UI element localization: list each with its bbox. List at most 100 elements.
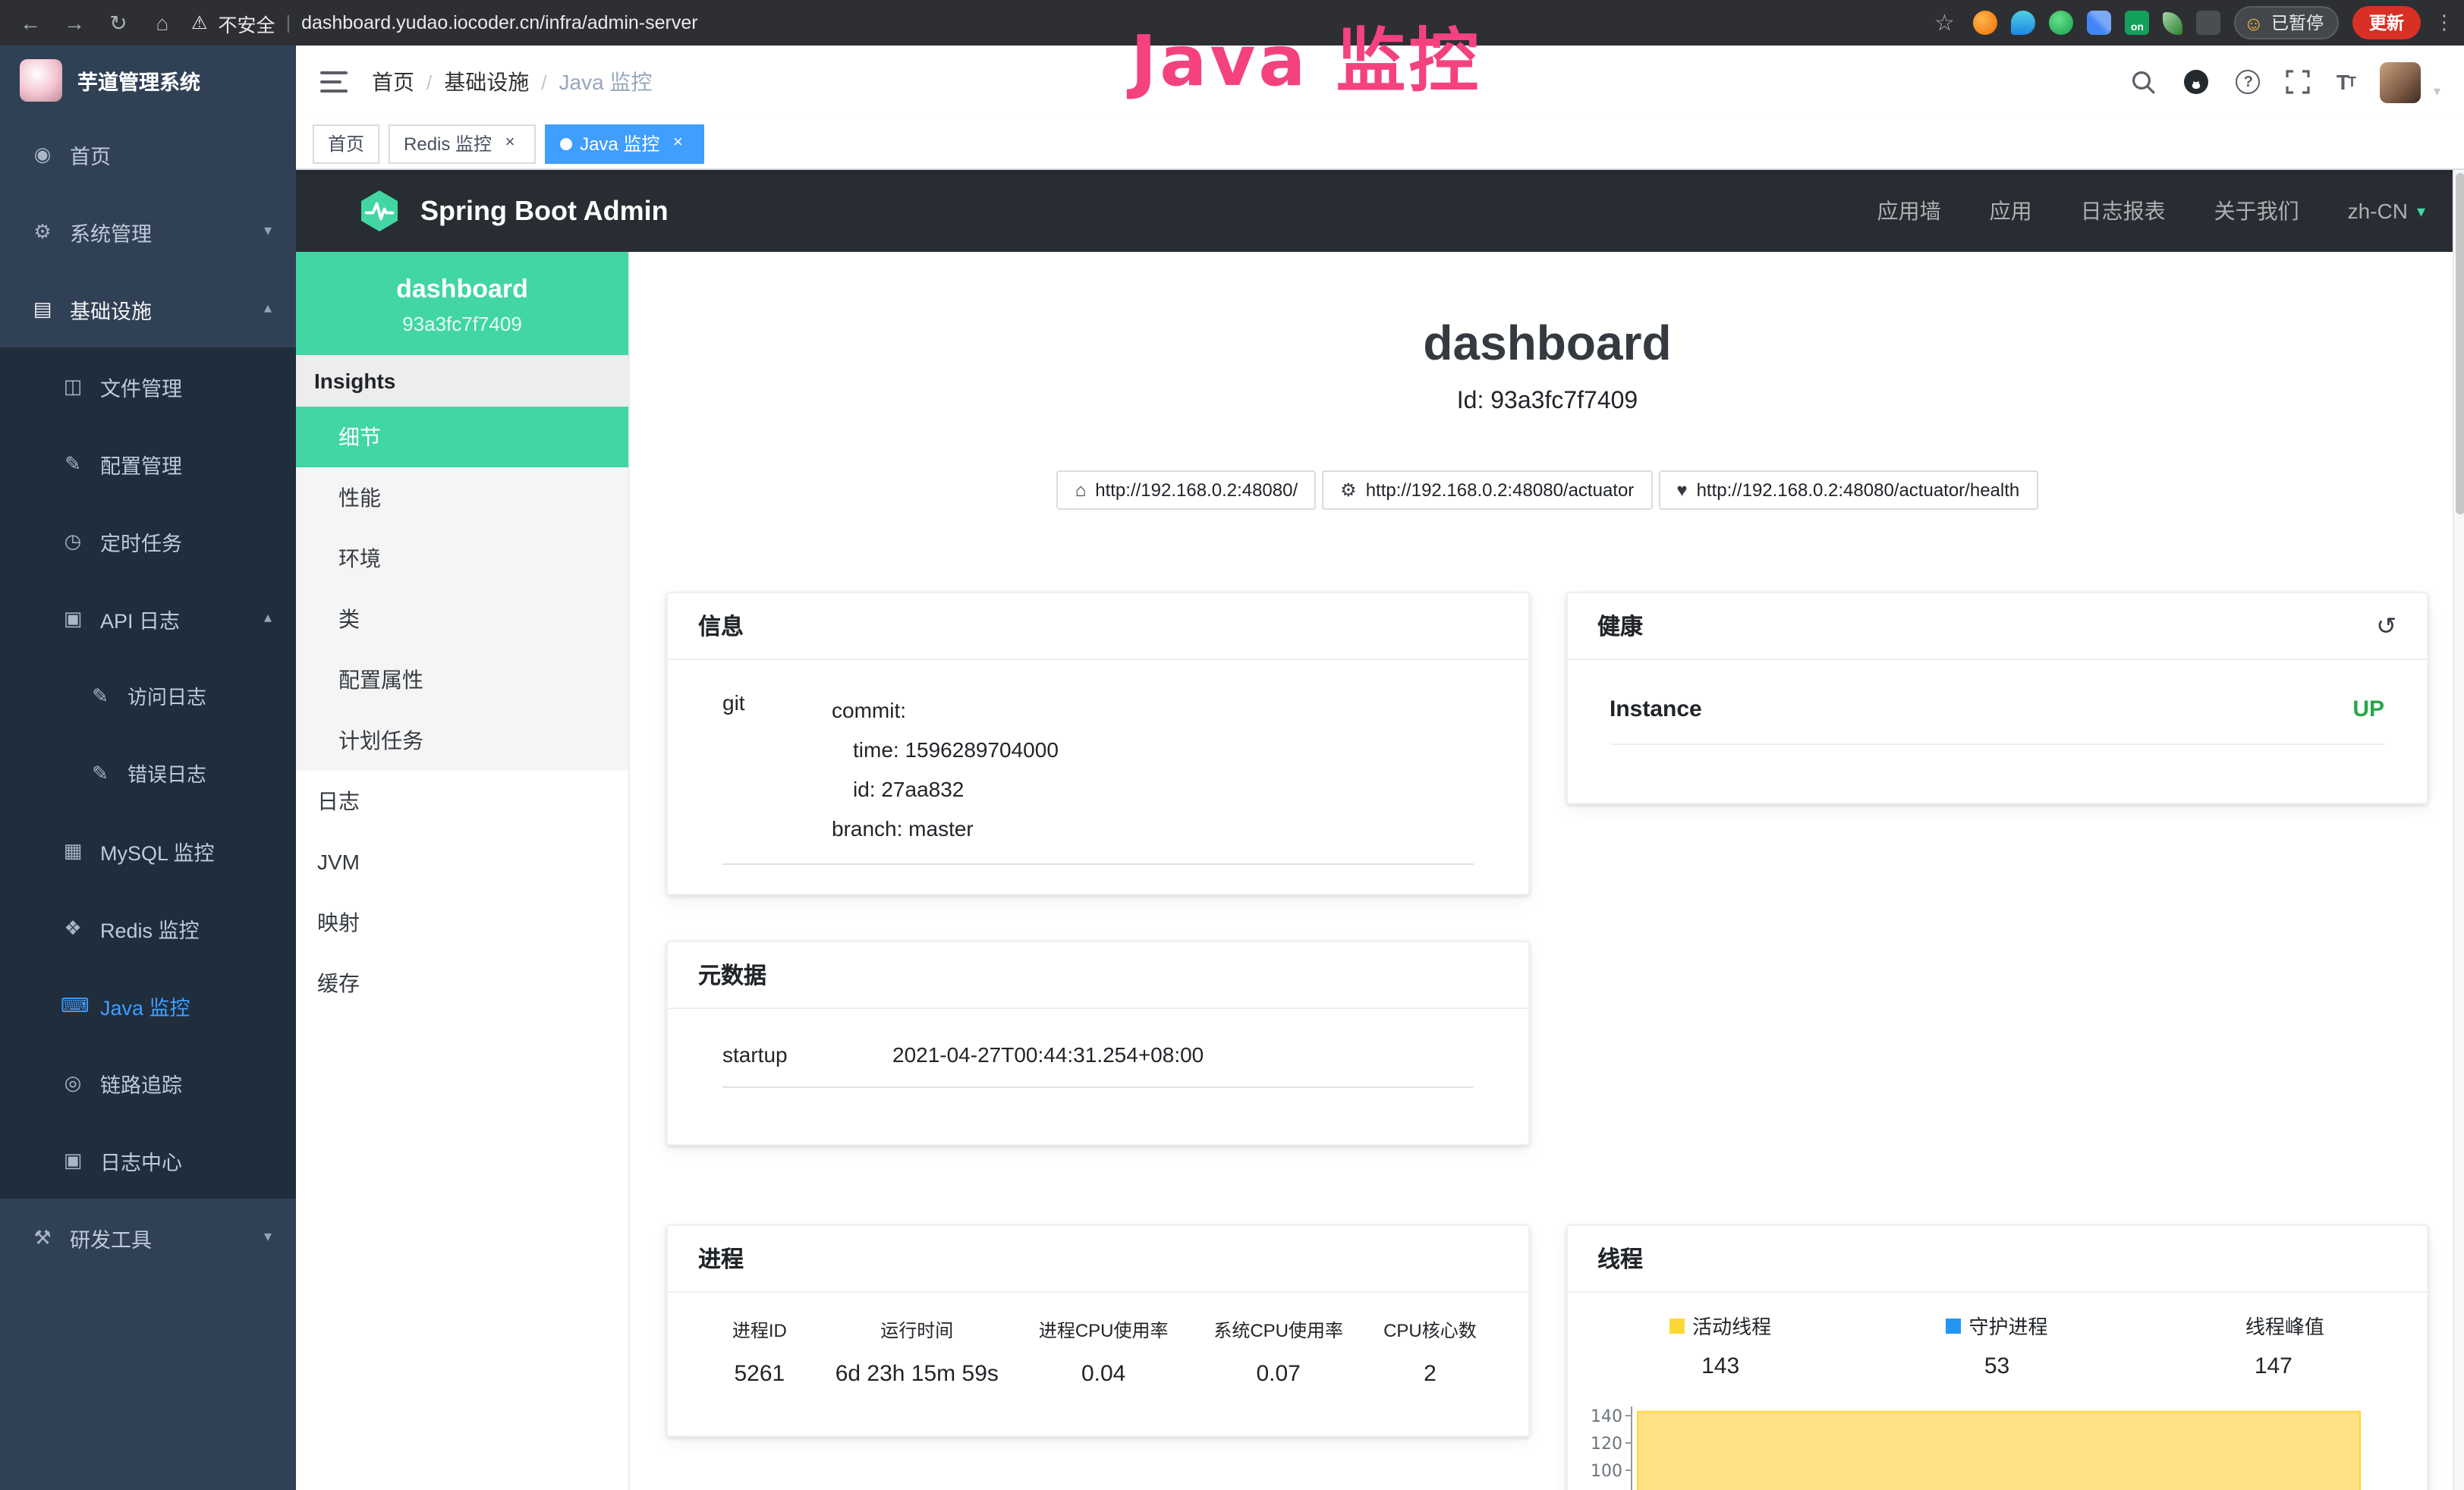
app-logo[interactable]: 芋道管理系统 [0, 46, 296, 115]
sba-nav: 应用墙 应用 日志报表 关于我们 zh-CN ▾ [1877, 196, 2425, 226]
sidebar-item-label: Redis 监控 [100, 913, 200, 943]
infrastructure-icon: ▤ [30, 297, 55, 321]
sidebar-item-infrastructure[interactable]: ▤ 基础设施 ▴ [0, 270, 296, 347]
user-avatar[interactable] [2381, 61, 2422, 102]
instance-url-button[interactable]: ⌂ http://192.168.0.2:48080/ [1057, 470, 1316, 510]
process-col-pid: 进程ID 5261 [701, 1317, 818, 1387]
hamburger-icon[interactable] [320, 71, 348, 93]
browser-update-button[interactable]: 更新 [2352, 6, 2421, 39]
sba-item-config-props[interactable]: 配置属性 [296, 649, 628, 710]
sidebar-item-java-monitor[interactable]: ⌨ Java 监控 [0, 967, 296, 1044]
breadcrumb-infra[interactable]: 基础设施 [444, 67, 529, 97]
extension-drop-icon[interactable] [2011, 11, 2035, 35]
health-url-button[interactable]: ♥ http://192.168.0.2:48080/actuator/heal… [1658, 470, 2038, 510]
extension-leaf-icon[interactable] [2163, 11, 2182, 34]
search-icon[interactable] [2132, 69, 2157, 95]
extension-grid-icon[interactable] [2087, 11, 2111, 35]
page-scrollbar[interactable] [2453, 170, 2464, 1490]
threads-area-chart: 140120100 [1582, 1394, 2371, 1490]
health-card: 健康 ↺ Instance UP [1566, 592, 2428, 804]
info-card-title: 信息 [668, 593, 1528, 660]
locale-value: zh-CN [2348, 199, 2408, 223]
process-col-cpu-cores: CPU核心数 2 [1366, 1317, 1494, 1387]
sidebar-item-api-logs[interactable]: ▣ API 日志 ▴ [0, 580, 296, 657]
sidebar-item-label: 定时任务 [100, 526, 182, 556]
sidebar-item-mysql-monitor[interactable]: ▦ MySQL 监控 [0, 812, 296, 889]
sba-item-logs[interactable]: 日志 [296, 771, 628, 831]
back-icon[interactable]: ← [15, 11, 46, 35]
legend-live-threads: 活动线程 143 [1582, 1311, 1858, 1379]
sidebar-item-tracing[interactable]: ◎ 链路追踪 [0, 1044, 296, 1121]
java-monitor-icon: ⌨ [61, 993, 85, 1017]
sba-item-environment[interactable]: 环境 [296, 528, 628, 589]
sba-brand[interactable]: Spring Boot Admin [357, 188, 669, 234]
history-icon[interactable]: ↺ [2376, 611, 2396, 641]
sidebar-item-label: 研发工具 [70, 1222, 152, 1253]
sidebar-item-label: 配置管理 [100, 448, 182, 479]
sba-item-caches[interactable]: 缓存 [296, 953, 628, 1014]
legend-peak-threads: 线程峰值 147 [2135, 1311, 2412, 1379]
error-log-icon: ✎ [88, 761, 112, 785]
paused-label: 已暂停 [2271, 11, 2324, 35]
extension-green-circle-icon[interactable] [2049, 11, 2073, 35]
threads-chart-container: 140120100 [1582, 1394, 2412, 1490]
sidebar-item-dev-tools[interactable]: ⚒ 研发工具 ▾ [0, 1199, 296, 1276]
sidebar-item-config-management[interactable]: ✎ 配置管理 [0, 425, 296, 502]
extension-fox-icon[interactable] [1973, 11, 1997, 35]
sidebar-item-system-management[interactable]: ⚙ 系统管理 ▾ [0, 193, 296, 270]
sba-locale-select[interactable]: zh-CN ▾ [2348, 199, 2425, 223]
sba-item-scheduled-tasks[interactable]: 计划任务 [296, 710, 628, 771]
address-bar[interactable]: ⚠ 不安全 | dashboard.yudao.iocoder.cn/infra… [191, 8, 1915, 37]
help-icon[interactable]: ? [2236, 70, 2261, 94]
sba-item-mappings[interactable]: 映射 [296, 892, 628, 953]
url-text[interactable]: dashboard.yudao.iocoder.cn/infra/admin-s… [301, 12, 698, 33]
browser-home-icon[interactable]: ⌂ [147, 11, 178, 35]
sba-nav-wallboard[interactable]: 应用墙 [1877, 196, 1941, 226]
sidebar-item-file-management[interactable]: ◫ 文件管理 [0, 347, 296, 425]
reload-icon[interactable]: ↻ [103, 10, 134, 36]
tab-home[interactable]: 首页 [313, 124, 379, 163]
sba-item-metrics[interactable]: 性能 [296, 467, 628, 528]
sidebar-item-home[interactable]: ◉ 首页 [0, 115, 296, 193]
legend-daemon-threads: 守护进程 53 [1858, 1311, 2135, 1379]
sba-nav-about[interactable]: 关于我们 [2214, 196, 2299, 226]
fullscreen-icon[interactable] [2286, 70, 2311, 94]
sidebar-item-redis-monitor[interactable]: ❖ Redis 监控 [0, 889, 296, 967]
annotation-java-monitor: Java 监控 [1131, 6, 1481, 106]
screen: ← → ↻ ⌂ ⚠ 不安全 | dashboard.yudao.iocoder.… [0, 0, 2464, 1490]
font-size-icon[interactable]: TT [2337, 70, 2355, 94]
legend-value: 143 [1582, 1353, 1858, 1379]
legend-value: 147 [2135, 1353, 2412, 1379]
sidebar-item-scheduled-jobs[interactable]: ◷ 定时任务 [0, 502, 296, 580]
sba-item-details[interactable]: 细节 [296, 407, 628, 467]
sidebar-item-error-logs[interactable]: ✎ 错误日志 [0, 734, 296, 812]
extension-on-switch-icon[interactable]: on [2125, 11, 2149, 35]
sba-nav-journal[interactable]: 日志报表 [2081, 196, 2166, 226]
tab-java-monitor[interactable]: Java 监控 × [545, 124, 703, 163]
actuator-url-button[interactable]: ⚙ http://192.168.0.2:48080/actuator [1322, 470, 1652, 510]
close-icon[interactable]: × [499, 133, 521, 154]
profile-paused-chip[interactable]: ☺ 已暂停 [2234, 6, 2339, 39]
extensions-puzzle-icon[interactable] [2196, 11, 2220, 35]
github-icon[interactable] [2183, 68, 2211, 96]
forward-icon[interactable]: → [59, 11, 90, 35]
sba-nav-applications[interactable]: 应用 [1990, 196, 2032, 226]
sidebar-item-log-center[interactable]: ▣ 日志中心 [0, 1121, 296, 1199]
avatar-caret-icon[interactable]: ▾ [2434, 83, 2440, 102]
browser-menu-icon[interactable]: ⋮ [2434, 11, 2450, 35]
spring-boot-admin-frame: Spring Boot Admin 应用墙 应用 日志报表 关于我们 zh-CN… [296, 170, 2464, 1490]
sba-item-classes[interactable]: 类 [296, 589, 628, 649]
scrollbar-thumb[interactable] [2456, 173, 2464, 514]
security-warning-icon[interactable]: ⚠ [191, 12, 208, 33]
sba-instance-header[interactable]: dashboard 93a3fc7f7409 [296, 252, 628, 355]
tab-redis-monitor[interactable]: Redis 监控 × [389, 124, 536, 163]
sidebar-item-label: MySQL 监控 [100, 835, 215, 866]
breadcrumb-home[interactable]: 首页 [372, 67, 414, 97]
bookmark-star-icon[interactable]: ☆ [1929, 9, 1959, 36]
health-instance-row[interactable]: Instance UP [1610, 696, 2384, 745]
sba-item-jvm[interactable]: JVM [296, 831, 628, 892]
legend-swatch-yellow [1669, 1318, 1685, 1333]
close-icon[interactable]: × [667, 133, 688, 154]
sidebar-item-access-logs[interactable]: ✎ 访问日志 [0, 657, 296, 734]
sidebar-item-label: 访问日志 [127, 681, 206, 710]
